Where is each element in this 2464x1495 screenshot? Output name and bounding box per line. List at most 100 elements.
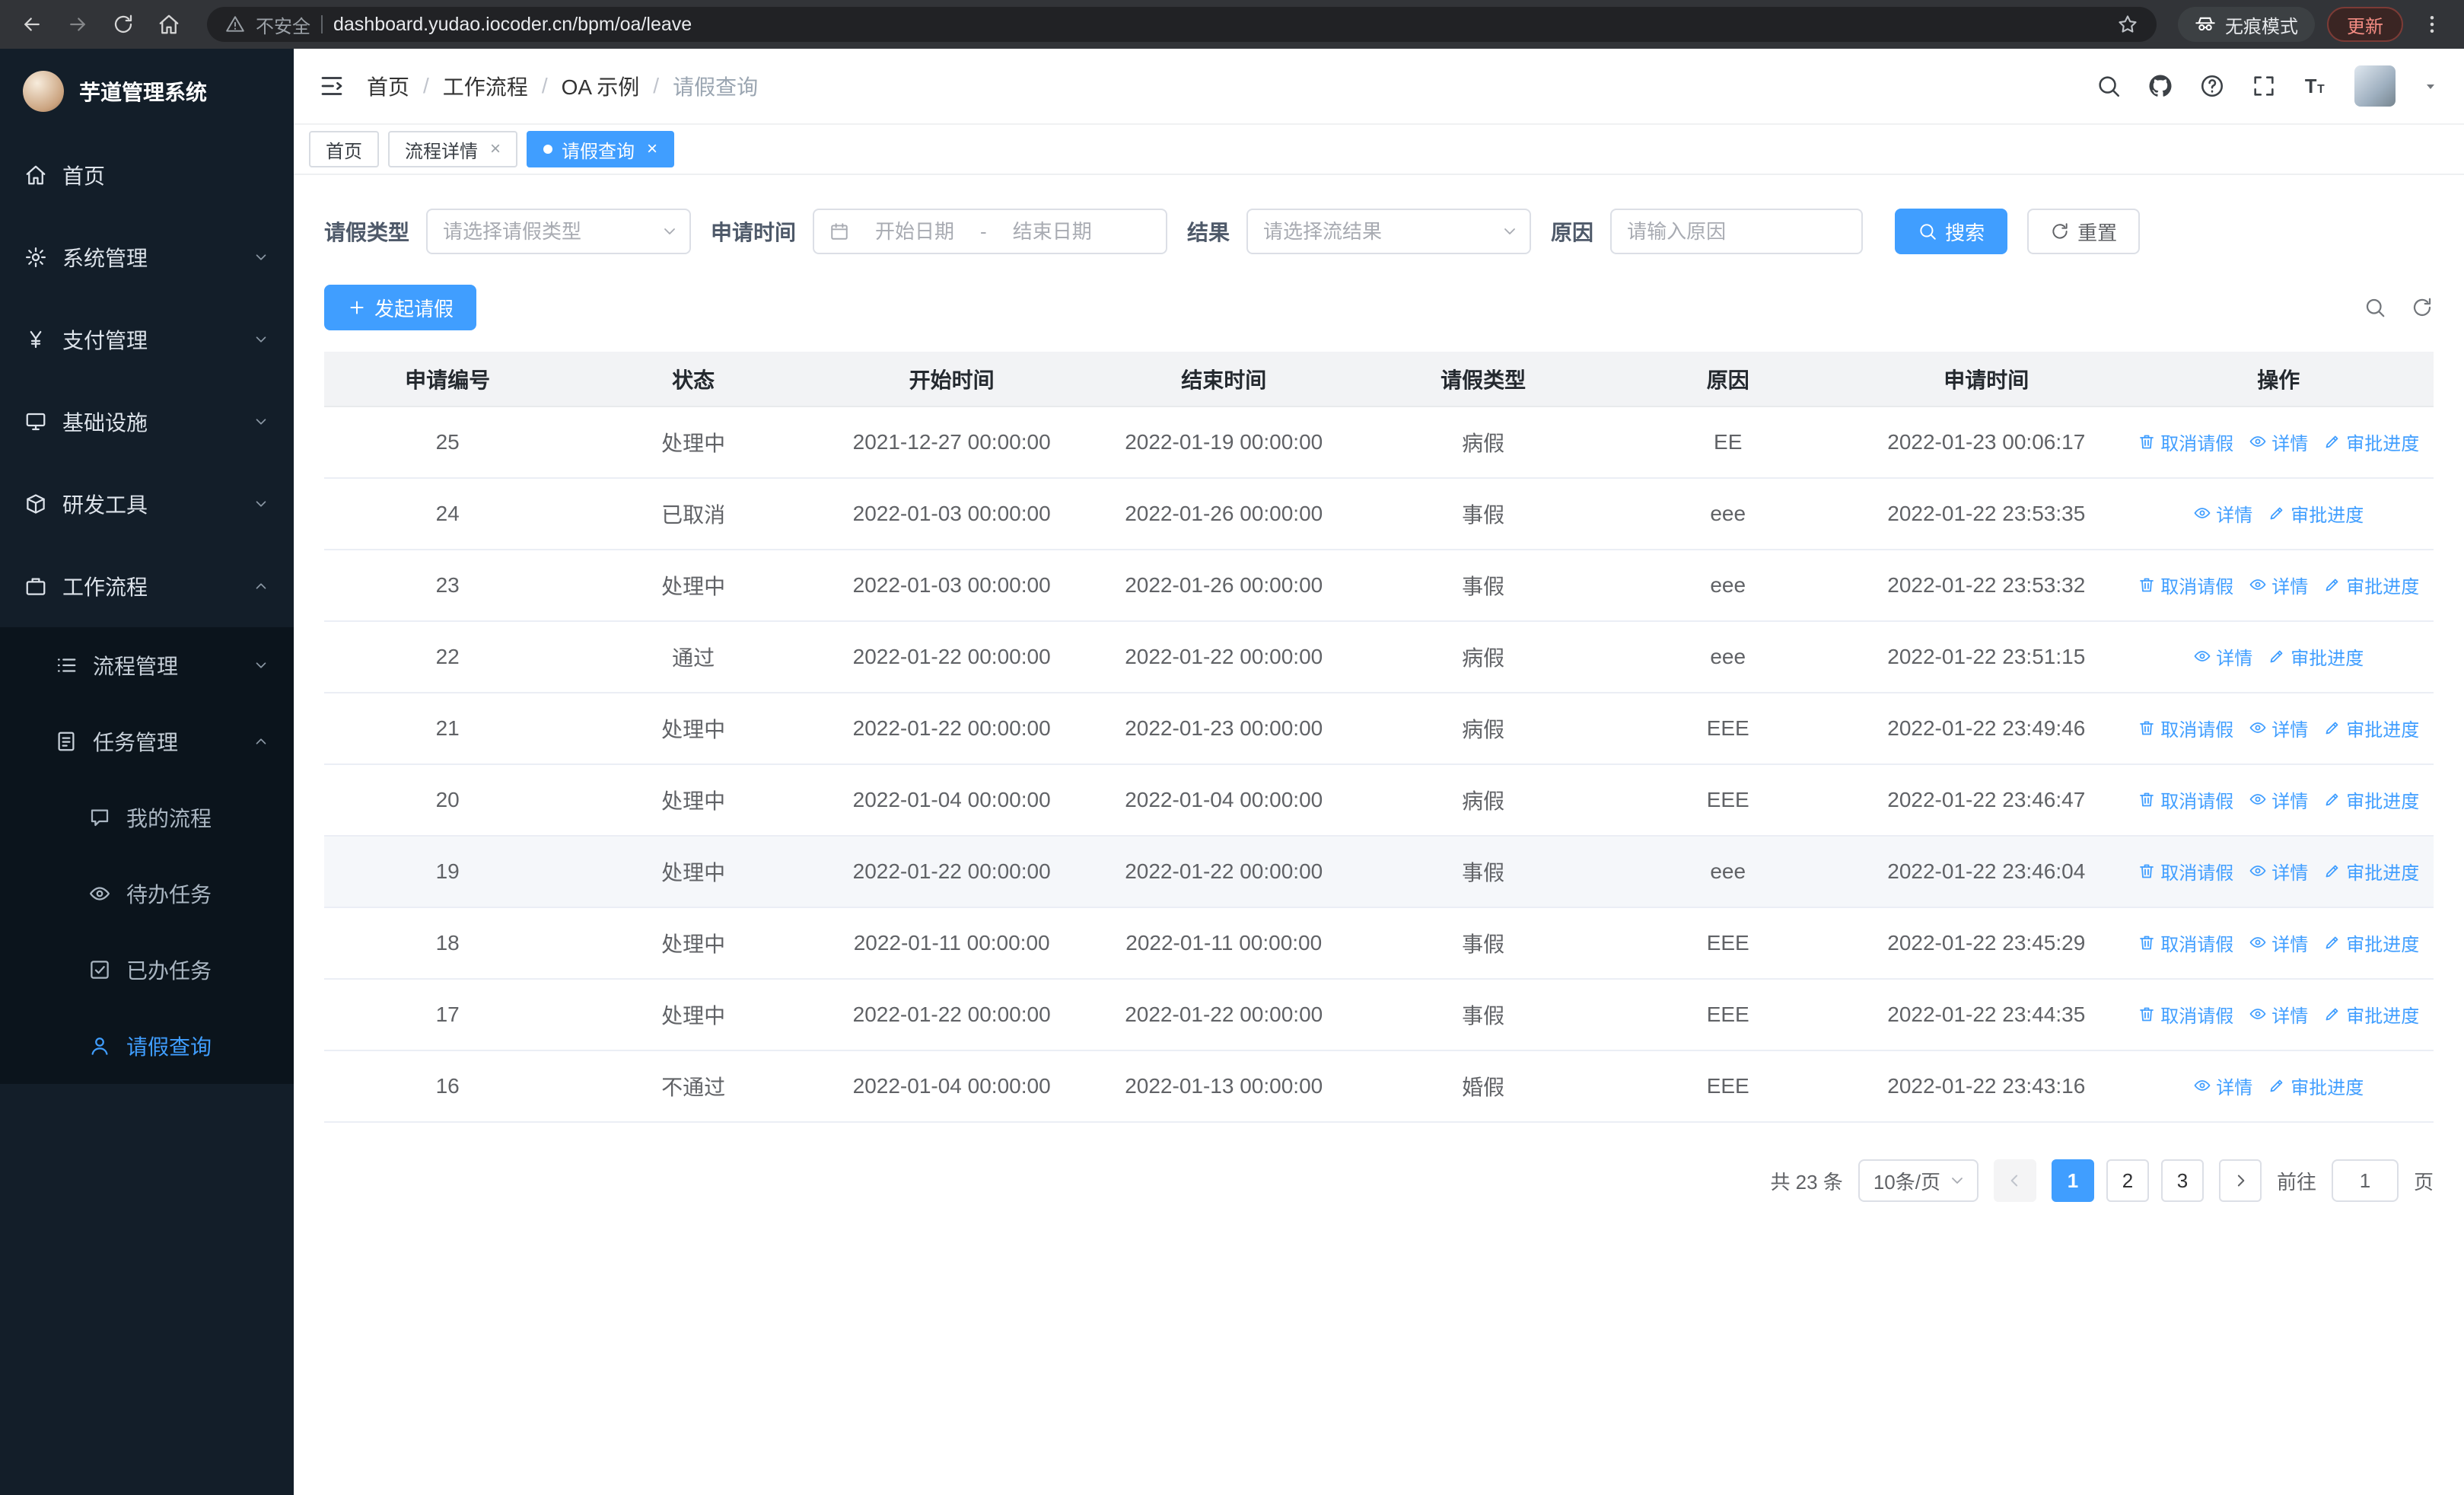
- user-menu-caret-icon[interactable]: [2421, 77, 2440, 95]
- tab-首页[interactable]: 首页: [309, 131, 379, 167]
- font-size-icon[interactable]: TT: [2303, 73, 2329, 99]
- sidebar-item-todo-tasks[interactable]: 待办任务: [0, 856, 294, 932]
- detail-link[interactable]: 详情: [2193, 1073, 2252, 1099]
- apply-time-range-picker[interactable]: -: [813, 209, 1168, 254]
- browser-menu-icon[interactable]: [2415, 8, 2449, 41]
- browser-chrome: 不安全 dashboard.yudao.iocoder.cn/bpm/oa/le…: [0, 0, 2464, 49]
- detail-link[interactable]: 详情: [2249, 858, 2308, 885]
- trash-icon: [2138, 862, 2156, 880]
- sidebar-item-task-management[interactable]: 任务管理: [0, 703, 294, 779]
- sidebar-item-my-process[interactable]: 我的流程: [0, 779, 294, 856]
- sidebar-item-payment[interactable]: 支付管理: [0, 298, 294, 381]
- reason-input[interactable]: [1627, 219, 1847, 244]
- progress-link[interactable]: 审批进度: [2268, 1073, 2364, 1099]
- action-label: 详情: [2271, 862, 2309, 884]
- cancel-leave-link[interactable]: 取消请假: [2138, 786, 2233, 813]
- page-size-select[interactable]: 10条/页: [1858, 1159, 1979, 1202]
- security-warning-icon[interactable]: [225, 14, 245, 34]
- view-icon: [2249, 575, 2267, 594]
- bookmark-star-icon[interactable]: [2117, 14, 2138, 35]
- leave-type-input[interactable]: [443, 219, 654, 244]
- cancel-leave-link[interactable]: 取消请假: [2138, 858, 2233, 885]
- cancel-leave-link[interactable]: 取消请假: [2138, 572, 2233, 598]
- cell-leave-type: 事假: [1360, 478, 1607, 550]
- sidebar-collapse-icon[interactable]: [318, 72, 345, 100]
- app-logo[interactable]: 芋道管理系统: [0, 49, 294, 134]
- github-icon[interactable]: [2147, 73, 2173, 99]
- browser-reload-icon[interactable]: [107, 8, 140, 41]
- user-avatar[interactable]: [2354, 65, 2396, 107]
- cell-reason: eee: [1606, 836, 1850, 908]
- cancel-leave-link[interactable]: 取消请假: [2138, 929, 2233, 956]
- progress-link[interactable]: 审批进度: [2323, 429, 2419, 455]
- cancel-leave-link[interactable]: 取消请假: [2138, 1001, 2233, 1028]
- progress-link[interactable]: 审批进度: [2323, 715, 2419, 741]
- table-column-header: 结束时间: [1087, 352, 1361, 407]
- pagination-jump-input[interactable]: [2331, 1159, 2399, 1202]
- table-refresh-icon[interactable]: [2411, 296, 2434, 319]
- detail-link[interactable]: 详情: [2249, 1001, 2308, 1028]
- pagination-next-button[interactable]: [2218, 1159, 2262, 1202]
- table-search-icon[interactable]: [2364, 296, 2386, 319]
- address-bar[interactable]: 不安全 dashboard.yudao.iocoder.cn/bpm/oa/le…: [207, 7, 2157, 42]
- browser-update-button[interactable]: 更新: [2327, 7, 2403, 42]
- tab-流程详情[interactable]: 流程详情 ×: [388, 131, 518, 167]
- tab-请假查询[interactable]: 请假查询 ×: [527, 131, 675, 167]
- pagination-prev-button[interactable]: [1993, 1159, 2036, 1202]
- browser-back-icon[interactable]: [15, 8, 49, 41]
- detail-link[interactable]: 详情: [2193, 643, 2252, 670]
- tab-close-icon[interactable]: ×: [647, 139, 657, 160]
- end-date-input[interactable]: [995, 219, 1109, 244]
- sidebar-item-done-tasks[interactable]: 已办任务: [0, 932, 294, 1008]
- progress-link[interactable]: 审批进度: [2323, 929, 2419, 956]
- progress-link[interactable]: 审批进度: [2268, 500, 2364, 527]
- sidebar-item-devtools[interactable]: 研发工具: [0, 463, 294, 545]
- result-select[interactable]: [1246, 209, 1532, 254]
- detail-link[interactable]: 详情: [2249, 929, 2308, 956]
- detail-link[interactable]: 详情: [2249, 715, 2308, 741]
- sidebar-item-leave-query[interactable]: 请假查询: [0, 1008, 294, 1084]
- header-actions: TT: [2096, 65, 2440, 107]
- leave-type-select[interactable]: [426, 209, 692, 254]
- tab-close-icon[interactable]: ×: [490, 139, 501, 160]
- table-header-row: 申请编号 状态 开始时间 结束时间 请假类型 原因 申请时间 操作: [324, 352, 2434, 407]
- progress-link[interactable]: 审批进度: [2323, 786, 2419, 813]
- reason-field[interactable]: [1610, 209, 1864, 254]
- sidebar-item-system[interactable]: 系统管理: [0, 216, 294, 298]
- browser-home-icon[interactable]: [152, 8, 186, 41]
- detail-link[interactable]: 详情: [2249, 786, 2308, 813]
- breadcrumb-separator: /: [423, 74, 429, 97]
- progress-link[interactable]: 审批进度: [2323, 858, 2419, 885]
- breadcrumb-item[interactable]: OA 示例: [562, 71, 640, 101]
- screen: 不安全 dashboard.yudao.iocoder.cn/bpm/oa/le…: [0, 0, 2464, 1495]
- detail-link[interactable]: 详情: [2193, 500, 2252, 527]
- reset-button[interactable]: 重置: [2027, 209, 2141, 254]
- browser-forward-icon[interactable]: [61, 8, 94, 41]
- pagination-page-3[interactable]: 3: [2160, 1159, 2204, 1202]
- progress-link[interactable]: 审批进度: [2323, 1001, 2419, 1028]
- breadcrumb-item[interactable]: 工作流程: [443, 71, 528, 101]
- detail-link[interactable]: 详情: [2249, 429, 2308, 455]
- breadcrumb-item[interactable]: 首页: [367, 71, 409, 101]
- reset-button-label: 重置: [2077, 221, 2118, 244]
- progress-link[interactable]: 审批进度: [2268, 643, 2364, 670]
- sidebar-item-workflow[interactable]: 工作流程: [0, 545, 294, 627]
- sidebar-item-process-management[interactable]: 流程管理: [0, 627, 294, 703]
- result-input[interactable]: [1263, 219, 1494, 244]
- pagination-page-1[interactable]: 1: [2051, 1159, 2094, 1202]
- sidebar-item-infrastructure[interactable]: 基础设施: [0, 381, 294, 463]
- progress-link[interactable]: 审批进度: [2323, 572, 2419, 598]
- cancel-leave-link[interactable]: 取消请假: [2138, 715, 2233, 741]
- search-button[interactable]: 搜索: [1895, 209, 2008, 254]
- fullscreen-icon[interactable]: [2251, 73, 2277, 99]
- cell-leave-type: 病假: [1360, 693, 1607, 765]
- sidebar-item-home[interactable]: 首页: [0, 134, 294, 216]
- help-icon[interactable]: [2199, 73, 2225, 99]
- pagination-page-2[interactable]: 2: [2106, 1159, 2149, 1202]
- start-date-input[interactable]: [858, 219, 972, 244]
- view-icon: [2249, 790, 2267, 808]
- global-search-icon[interactable]: [2096, 73, 2122, 99]
- cancel-leave-link[interactable]: 取消请假: [2138, 429, 2233, 455]
- create-leave-button[interactable]: 发起请假: [324, 285, 477, 330]
- detail-link[interactable]: 详情: [2249, 572, 2308, 598]
